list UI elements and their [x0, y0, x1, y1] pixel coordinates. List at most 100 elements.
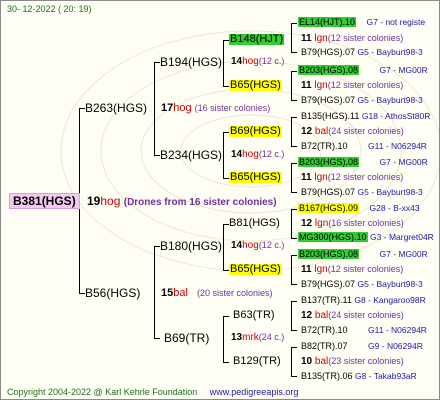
- gen4-queen[interactable]: B203(HGS).08: [298, 249, 360, 259]
- gen4-queen[interactable]: B203(HGS).08: [298, 65, 360, 75]
- gen4-father-line: B79(HGS).07 G5 - Bayburt98-3: [301, 187, 423, 197]
- gen2-mating: 13mrk(24 c.): [231, 332, 285, 343]
- gen3-queen[interactable]: B129(TR): [233, 356, 281, 367]
- gen4-mating: 10 bal(23 sister colonies): [301, 356, 404, 367]
- gen4-father[interactable]: B79(HGS).07: [301, 95, 355, 105]
- gen3-queen[interactable]: B148(HJT): [229, 34, 285, 45]
- site-link[interactable]: www.pedigreeapis.org: [210, 387, 299, 397]
- gen4-queen[interactable]: B137(TR).11: [301, 295, 352, 305]
- connector: [291, 100, 297, 101]
- gen3-queen[interactable]: B81(HGS): [229, 218, 280, 229]
- gen4-father-line: B72(TR).10 G11 - N06294R: [301, 325, 427, 335]
- connector: [154, 62, 155, 155]
- gen4-queen-line: B82(TR).07 G9 - N06294R: [301, 341, 423, 351]
- gen1-queen[interactable]: B56(HGS): [85, 287, 140, 299]
- connector: [291, 255, 297, 256]
- gen4-queen[interactable]: EL14(HJT).10: [298, 17, 357, 27]
- connector: [291, 301, 297, 302]
- gen4-queen[interactable]: B135(HGS).11: [301, 111, 359, 121]
- gen4-queen-line: B203(HGS).08 G7 - MG00R: [298, 157, 428, 167]
- connector: [154, 338, 160, 339]
- connector: [223, 316, 224, 362]
- gen4-mating: 11 lgn(12 sister colonies): [301, 264, 404, 275]
- gen4-mating: 11 lgn(12 sister colonies): [301, 80, 404, 91]
- connector: [291, 192, 297, 193]
- root-queen[interactable]: B381(HGS): [9, 193, 80, 209]
- connector: [291, 71, 292, 100]
- gen4-mating: 12 lgn(16 sister colonies): [301, 218, 404, 229]
- gen3-queen[interactable]: B63(TR): [233, 310, 275, 321]
- gen1-mating: 17hog (16 sister colonies): [161, 102, 271, 114]
- gen4-father[interactable]: B135(TR).06: [301, 371, 353, 381]
- footer: Copyright 2004-2022 @ Karl Kehrle Founda…: [7, 388, 298, 397]
- gen4-father[interactable]: B79(HGS).07: [301, 47, 355, 57]
- connector: [291, 238, 297, 239]
- gen4-queen-line: EL14(HJT).10 G7 - not registe: [298, 17, 426, 27]
- gen2-queen[interactable]: B69(TR): [164, 332, 209, 344]
- gen2-mating: 14hog(12 c.): [231, 149, 285, 160]
- connector: [291, 347, 292, 376]
- gen4-father[interactable]: B79(HGS).07: [301, 279, 355, 289]
- gen1-queen[interactable]: B263(HGS): [85, 102, 147, 114]
- root-mating: 19hog (Drones from 16 sister colonies): [87, 194, 277, 208]
- connector: [291, 209, 292, 238]
- gen4-queen[interactable]: B203(HGS).08: [298, 157, 360, 167]
- gen4-father-line: B135(TR).06 G8 - Takab93aR: [301, 371, 417, 381]
- gen4-queen[interactable]: B167(HGS).09: [298, 203, 360, 213]
- gen2-queen[interactable]: B234(HGS): [160, 149, 222, 161]
- connector: [291, 376, 297, 377]
- gen3-queen[interactable]: B65(HGS): [229, 264, 282, 275]
- gen4-queen-line: B203(HGS).08 G7 - MG00R: [298, 65, 428, 75]
- connector: [291, 255, 292, 284]
- gen3-queen[interactable]: B69(HGS): [229, 126, 282, 137]
- connector: [291, 330, 297, 331]
- connector: [223, 132, 224, 178]
- gen4-mating: 11 lgn(12 sister colonies): [301, 172, 404, 183]
- connector: [223, 224, 224, 270]
- connector: [291, 284, 297, 285]
- gen4-mating: 11 lgn(12 sister colonies): [301, 33, 404, 44]
- connector: [291, 347, 297, 348]
- gen4-father[interactable]: B79(HGS).07: [301, 187, 355, 197]
- connector: [291, 163, 297, 164]
- gen2-mating: 14hog(12 c.): [231, 56, 285, 67]
- connector: [291, 52, 297, 53]
- gen4-father-line: MG300(HGS).10 G3 - Margret04R: [298, 232, 434, 242]
- connector: [291, 117, 297, 118]
- connector: [291, 146, 297, 147]
- connector: [223, 40, 224, 86]
- date-stamp: 30- 12-2022 ( 20: 19): [7, 4, 92, 14]
- connector: [223, 316, 229, 317]
- gen4-father[interactable]: MG300(HGS).10: [298, 232, 368, 242]
- gen2-queen[interactable]: B194(HGS): [160, 56, 222, 68]
- connector: [223, 362, 229, 363]
- connector: [291, 23, 292, 52]
- gen1-mating: 15bal (20 sister colonies): [161, 287, 273, 299]
- connector: [291, 163, 292, 192]
- gen3-queen[interactable]: B65(HGS): [229, 172, 282, 183]
- gen4-father-line: B72(TR).10 G11 - N06294R: [301, 141, 427, 151]
- gen4-father-line: B79(HGS).07 G5 - Bayburt98-3: [301, 95, 423, 105]
- copyright-text: Copyright 2004-2022 @ Karl Kehrle Founda…: [7, 387, 198, 397]
- gen4-mating: 12 bal(24 sister colonies): [301, 126, 404, 137]
- gen4-queen-line: B137(TR).11 G8 - Kangaroo98R: [301, 295, 426, 305]
- connector: [154, 246, 155, 338]
- gen4-queen[interactable]: B82(TR).07: [301, 341, 348, 351]
- connector: [291, 301, 292, 330]
- gen4-father-line: B79(HGS).07 G5 - Bayburt98-3: [301, 47, 423, 57]
- gen3-queen[interactable]: B65(HGS): [229, 80, 282, 91]
- gen2-queen[interactable]: B180(HGS): [160, 240, 222, 252]
- gen4-father[interactable]: B72(TR).10: [301, 325, 348, 335]
- pedigree-window: 30- 12-2022 ( 20: 19) B381(HGS) 19hog (D…: [0, 0, 440, 400]
- gen4-mating: 12 bal(24 sister colonies): [301, 310, 404, 321]
- connector: [291, 23, 297, 24]
- gen4-father-line: B79(HGS).07 G5 - Bayburt98-3: [301, 279, 423, 289]
- gen4-queen-line: B203(HGS).08 G7 - MG00R: [298, 249, 428, 259]
- gen4-queen-line: B167(HGS).09 G28 - B-xx43: [298, 203, 420, 213]
- connector: [291, 71, 297, 72]
- gen2-mating: 14hog(12 c.): [231, 240, 285, 251]
- connector: [291, 117, 292, 146]
- gen4-queen-line: B135(HGS).11 G18 - AthosSt80R: [301, 111, 431, 121]
- gen4-father[interactable]: B72(TR).10: [301, 141, 348, 151]
- connector: [291, 209, 297, 210]
